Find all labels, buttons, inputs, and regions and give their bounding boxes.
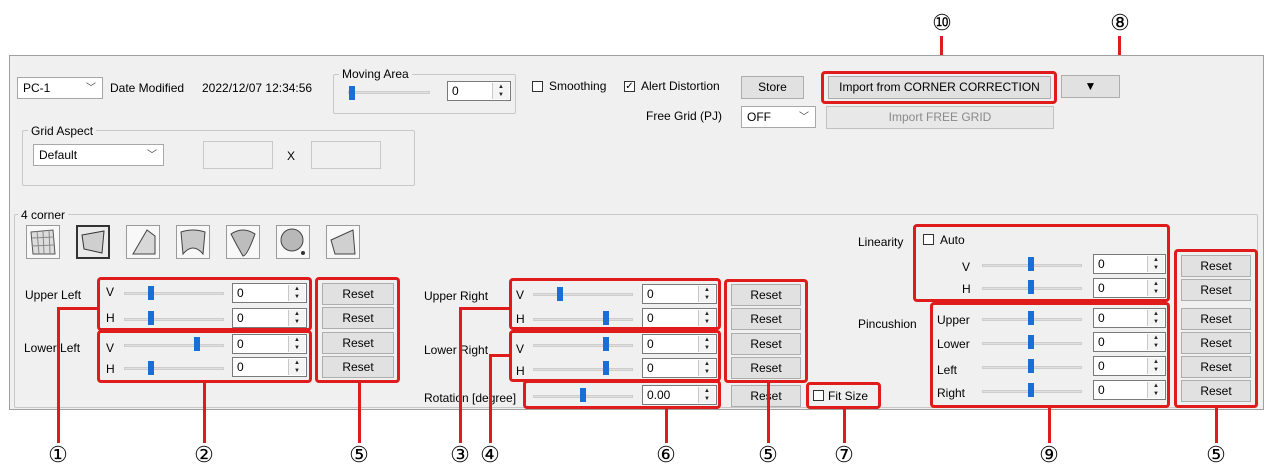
callout-5b: ⑤ xyxy=(758,442,778,467)
grid-aspect-value: Default xyxy=(39,148,78,162)
callout-line-2 xyxy=(203,382,206,443)
curve-warp-icon[interactable] xyxy=(176,225,210,259)
callout-box-3 xyxy=(509,278,721,330)
pc-select-value: PC-1 xyxy=(23,81,51,95)
upper-right-label: Upper Right xyxy=(424,289,489,303)
pincushion-label: Pincushion xyxy=(858,317,917,331)
upper-left-label: Upper Left xyxy=(25,288,82,302)
callout-line-6 xyxy=(665,408,668,443)
pc-select[interactable]: PC-1 ﹀ xyxy=(17,77,103,99)
callout-line-1h xyxy=(58,307,98,310)
free-grid-label: Free Grid (PJ) xyxy=(646,109,723,123)
import-free-grid-button[interactable]: Import FREE GRID xyxy=(826,106,1054,129)
callout-line-5b xyxy=(767,382,770,443)
callout-line-3 xyxy=(459,307,462,443)
smoothing-checkbox[interactable] xyxy=(532,81,543,92)
callout-line-7 xyxy=(843,408,846,443)
callout-box-5b xyxy=(724,279,808,383)
moving-area-slider[interactable] xyxy=(348,91,430,94)
callout-box-7 xyxy=(806,382,881,409)
aspect-width-field[interactable] xyxy=(203,141,273,169)
aspect-height-field[interactable] xyxy=(311,141,381,169)
moving-area-spinbox[interactable]: 0 ▲ ▼ xyxy=(447,81,511,101)
lower-right-label: Lower Right xyxy=(424,343,489,357)
grid-aspect-select[interactable]: Default ﹀ xyxy=(33,144,164,166)
callout-8: ⑧ xyxy=(1110,10,1130,35)
chevron-down-icon: ﹀ xyxy=(86,83,96,94)
moving-area-slider-thumb[interactable] xyxy=(349,86,355,100)
sphere-warp-icon[interactable] xyxy=(276,225,310,259)
moving-area-title: Moving Area xyxy=(339,67,412,81)
grid-aspect-title: Grid Aspect xyxy=(28,124,97,138)
callout-box-5c xyxy=(1174,249,1258,408)
free-grid-select[interactable]: OFF ﹀ xyxy=(741,106,816,128)
callout-3: ③ xyxy=(450,442,470,467)
callout-box-9 xyxy=(930,302,1170,408)
callout-1: ① xyxy=(48,442,68,467)
callout-5a: ⑤ xyxy=(349,442,369,467)
callout-box-2 xyxy=(97,330,312,383)
aspect-x-label: X xyxy=(287,149,296,163)
callout-6: ⑥ xyxy=(656,442,676,467)
chevron-down-icon: ﹀ xyxy=(147,150,157,161)
perspective-warp-icon[interactable] xyxy=(126,225,160,259)
callout-9: ⑨ xyxy=(1039,442,1059,467)
smoothing-label: Smoothing xyxy=(549,79,607,93)
grid-warp-icon[interactable] xyxy=(26,225,60,259)
callout-line-5c xyxy=(1215,408,1218,443)
callout-10: ⑩ xyxy=(932,10,952,35)
date-modified-value: 2022/12/07 12:34:56 xyxy=(202,81,313,95)
callout-box-10 xyxy=(821,71,1057,104)
callout-4: ④ xyxy=(480,442,500,467)
free-grid-value: OFF xyxy=(747,110,771,124)
four-corner-title: 4 corner xyxy=(18,208,69,222)
callout-line-9 xyxy=(1048,408,1051,443)
callout-line-3h xyxy=(460,307,510,310)
store-button[interactable]: Store xyxy=(741,76,804,99)
quad-warp-icon[interactable] xyxy=(76,225,110,259)
rotation-reset-button[interactable]: Reset xyxy=(731,385,801,407)
spin-up-icon[interactable]: ▲ xyxy=(493,83,509,91)
arc-warp-icon[interactable] xyxy=(226,225,260,259)
callout-line-4 xyxy=(489,354,492,443)
linearity-label: Linearity xyxy=(858,235,904,249)
corner-warp-icon[interactable] xyxy=(326,225,360,259)
alert-distortion-checkbox[interactable]: ✓ xyxy=(624,81,635,92)
triangle-down-icon: ▼ xyxy=(1084,79,1097,93)
spin-down-icon[interactable]: ▼ xyxy=(493,91,509,99)
callout-2: ② xyxy=(194,442,214,467)
callout-line-5a xyxy=(358,382,361,443)
callout-box-4 xyxy=(509,330,721,382)
dropdown-arrow-button[interactable]: ▼ xyxy=(1061,75,1120,98)
callout-7: ⑦ xyxy=(834,442,854,467)
rotation-label: Rotation [degree] xyxy=(424,391,517,405)
moving-area-value: 0 xyxy=(452,84,459,98)
date-modified-label: Date Modified xyxy=(110,81,185,95)
check-icon: ✓ xyxy=(625,81,634,92)
callout-5c: ⑤ xyxy=(1206,442,1226,467)
callout-line-1 xyxy=(57,307,60,443)
callout-box-8 xyxy=(913,224,1170,302)
alert-distortion-label: Alert Distortion xyxy=(641,79,720,93)
callout-line-4h xyxy=(490,354,510,357)
lower-left-label: Lower Left xyxy=(24,341,81,355)
callout-box-5a xyxy=(315,277,400,383)
chevron-down-icon: ﹀ xyxy=(799,112,809,123)
callout-box-6 xyxy=(523,380,721,409)
callout-box-1 xyxy=(97,277,312,331)
spin-buttons[interactable]: ▲ ▼ xyxy=(492,83,509,99)
